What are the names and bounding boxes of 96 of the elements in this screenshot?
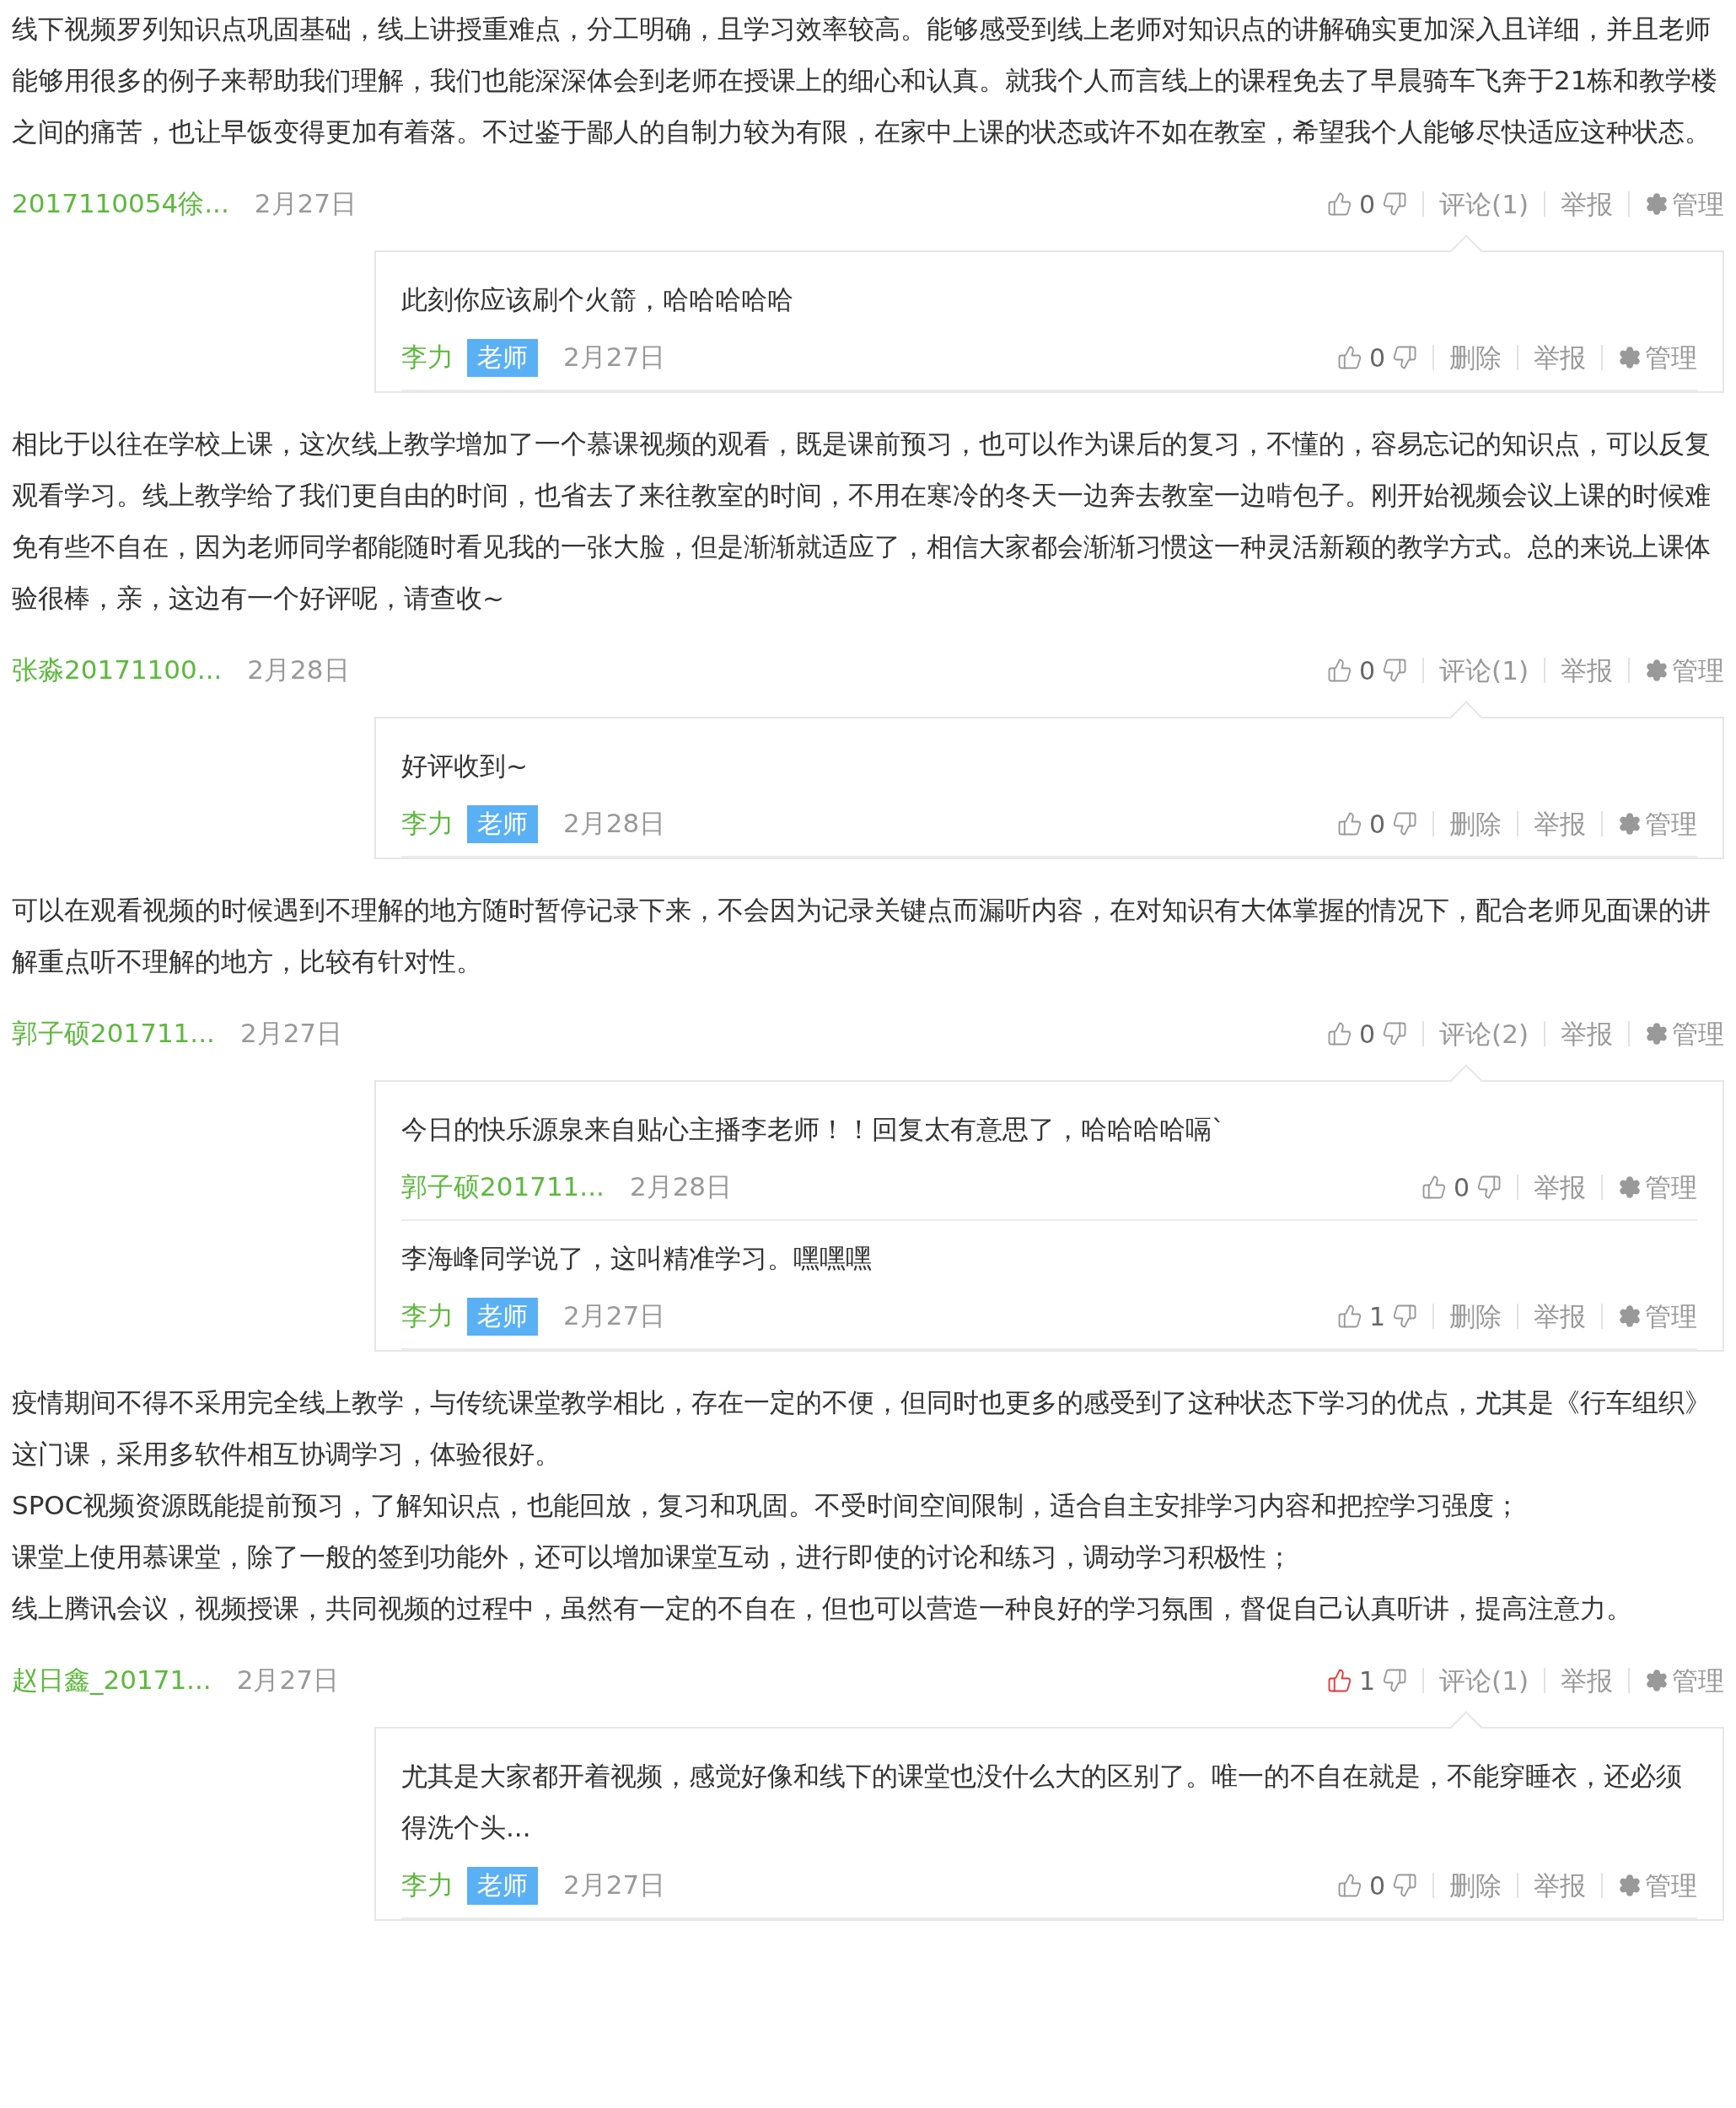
settings-icon: [1645, 192, 1669, 216]
settings-icon: [1618, 1304, 1642, 1328]
thumbs-down-icon[interactable]: [1392, 345, 1417, 370]
thumbs-down-icon[interactable]: [1382, 1668, 1408, 1693]
author-link[interactable]: 2017110054徐...: [12, 186, 229, 222]
settings-icon: [1618, 346, 1642, 369]
teacher-badge: 老师: [467, 1297, 538, 1336]
post-text: 疫情期间不得不采用完全线上教学，与传统课堂教学相比，存在一定的不便，但同时也更多的感受到了这种状态下学习的优点，尤其是《行车组织》这门课，采用多软件相互协调学习，体验很好。: [12, 1386, 1712, 1471]
author-link[interactable]: 张淼20171100...: [12, 653, 223, 688]
manage-link[interactable]: 管理: [1628, 1021, 1724, 1046]
action-link[interactable]: 删除: [1432, 345, 1517, 370]
thumbs-down-icon[interactable]: [1476, 1175, 1502, 1200]
like-count: 1: [1368, 1301, 1385, 1331]
like-count: 0: [1359, 655, 1376, 686]
reply-date: 2月27日: [563, 1299, 666, 1332]
thumbs-up-icon[interactable]: [1327, 658, 1352, 683]
settings-icon: [1645, 1022, 1669, 1046]
like-count: 0: [1368, 342, 1385, 373]
post-date: 2月27日: [254, 187, 357, 220]
thumbs-down-icon[interactable]: [1392, 1873, 1417, 1898]
thumbs-down-icon[interactable]: [1392, 811, 1417, 836]
like-count: 1: [1359, 1665, 1376, 1696]
thumbs-up-icon[interactable]: [1327, 191, 1352, 217]
action-link[interactable]: 评论(1): [1422, 191, 1544, 217]
reply-text: 李海峰同学说了，这叫精准学习。嘿嘿嘿: [401, 1242, 873, 1275]
manage-link[interactable]: 管理: [1601, 811, 1697, 836]
post-text: 相比于以往在学校上课，这次线上教学增加了一个慕课视频的观看，既是课前预习，也可以作为课后的复习，不懂的，容易忘记的知识点，可以反复观看学习。线上教学给了我们更自由的时间，也省去了来往教室的时间，不用在寒冷的冬天一边奔去教室一边啃包子。刚开始视频会议上课的时候难免有些不自在，因为老师同学都能随时看见我的一张大脸，但是渐渐就适应了，相信大家都会渐渐习惯这一种灵活新颖的教学方式。总的来说上课体验很棒，亲，这边有一个好评呢，请查收~: [12, 428, 1712, 615]
settings-icon: [1618, 1175, 1642, 1199]
manage-link[interactable]: 管理: [1628, 1668, 1724, 1693]
manage-link[interactable]: 管理: [1628, 191, 1724, 217]
action-link[interactable]: 举报: [1517, 345, 1601, 370]
like-count: 0: [1359, 1019, 1376, 1049]
settings-icon: [1618, 812, 1642, 836]
action-link[interactable]: 举报: [1517, 1175, 1601, 1200]
like-count: 0: [1368, 809, 1385, 839]
action-link[interactable]: 举报: [1544, 1021, 1628, 1046]
teacher-badge: 老师: [467, 338, 538, 377]
action-link[interactable]: 删除: [1432, 1873, 1517, 1898]
post-text: 课堂上使用慕课堂，除了一般的签到功能外，还可以增加课堂互动，进行即使的讨论和练习，调动学习积极性；: [12, 1541, 1293, 1573]
action-link[interactable]: 评论(1): [1422, 658, 1544, 683]
reply-date: 2月27日: [563, 1869, 666, 1901]
author-link[interactable]: 赵日鑫_20171...: [12, 1663, 212, 1698]
teacher-badge: 老师: [467, 804, 538, 843]
post-text: 可以在观看视频的时候遇到不理解的地方随时暂停记录下来，不会因为记录关键点而漏听内容，在对知识有大体掌握的情况下，配合老师见面课的讲解重点听不理解的地方，比较有针对性。: [12, 894, 1712, 978]
thumbs-up-icon[interactable]: [1336, 811, 1362, 836]
post-date: 2月27日: [236, 1664, 339, 1697]
thumbs-down-icon[interactable]: [1382, 1021, 1408, 1046]
action-link[interactable]: 举报: [1544, 658, 1628, 683]
author-link[interactable]: 李力: [401, 806, 454, 842]
thumbs-up-icon[interactable]: [1421, 1175, 1447, 1200]
reply-text: 此刻你应该刷个火箭，哈哈哈哈哈: [401, 283, 794, 316]
author-link[interactable]: 郭子硕201711...: [401, 1170, 605, 1205]
post-text: SPOC视频资源既能提前预习，了解知识点，也能回放，复习和巩固。不受时间空间限制，适合自主安排学习内容和把控学习强度；: [12, 1489, 1522, 1522]
author-link[interactable]: 李力: [401, 340, 454, 375]
action-link[interactable]: 评论(2): [1422, 1021, 1544, 1046]
post-text: 线下视频罗列知识点巩固基础，线上讲授重难点，分工明确，且学习效率较高。能够感受到线上老师对知识点的讲解确实更加深入且详细，并且老师能够用很多的例子来帮助我们理解，我们也能深深体会到老师在授课上的细心和认真。就我个人而言线上的课程免去了早晨骑车飞奔于21栋和教学楼之间的痛苦，也让早饭变得更加有着落。不过鉴于鄙人的自制力较为有限，在家中上课的状态或许不如在教室，希望我个人能够尽快适应这种状态。: [12, 13, 1719, 148]
author-link[interactable]: 李力: [401, 1868, 454, 1903]
reply-date: 2月28日: [563, 807, 666, 840]
thumbs-down-icon[interactable]: [1382, 191, 1408, 217]
like-count: 0: [1368, 1870, 1385, 1901]
action-link[interactable]: 举报: [1517, 811, 1601, 836]
teacher-badge: 老师: [467, 1866, 538, 1905]
reply-date: 2月28日: [629, 1170, 733, 1203]
manage-link[interactable]: 管理: [1601, 1304, 1697, 1329]
like-count: 0: [1359, 189, 1376, 219]
reply-text: 尤其是大家都开着视频，感觉好像和线下的课堂也没什么大的区别了。唯一的不自在就是，不能穿睡衣，还必须得洗个头...: [401, 1760, 1683, 1844]
thumbs-up-icon[interactable]: [1327, 1021, 1352, 1046]
manage-link[interactable]: 管理: [1628, 658, 1724, 683]
author-link[interactable]: 李力: [401, 1299, 454, 1334]
action-link[interactable]: 举报: [1517, 1304, 1601, 1329]
reply-date: 2月27日: [563, 341, 666, 374]
action-link[interactable]: 删除: [1432, 811, 1517, 836]
action-link[interactable]: 举报: [1544, 1668, 1628, 1693]
reply-text: 今日的快乐源泉来自贴心主播李老师！！回复太有意思了，哈哈哈哈嗝`: [401, 1113, 1226, 1146]
reply-text: 好评收到~: [401, 750, 529, 782]
thumbs-up-icon[interactable]: [1336, 345, 1362, 370]
thumbs-down-icon[interactable]: [1382, 658, 1408, 683]
action-link[interactable]: 举报: [1517, 1873, 1601, 1898]
thumbs-up-icon[interactable]: [1336, 1873, 1362, 1898]
manage-link[interactable]: 管理: [1601, 1175, 1697, 1200]
post-date: 2月28日: [247, 653, 350, 686]
like-count: 0: [1453, 1172, 1470, 1202]
action-link[interactable]: 举报: [1544, 191, 1628, 217]
author-link[interactable]: 郭子硕201711...: [12, 1016, 215, 1051]
thumbs-up-icon[interactable]: [1327, 1668, 1352, 1693]
thumbs-up-icon[interactable]: [1336, 1304, 1362, 1329]
settings-icon: [1645, 659, 1669, 682]
settings-icon: [1645, 1669, 1669, 1692]
thumbs-down-icon[interactable]: [1392, 1304, 1417, 1329]
post-text: 线上腾讯会议，视频授课，共同视频的过程中，虽然有一定的不自在，但也可以营造一种良好的学习氛围，督促自己认真听讲，提高注意力。: [12, 1592, 1633, 1625]
action-link[interactable]: 删除: [1432, 1304, 1517, 1329]
action-link[interactable]: 评论(1): [1422, 1668, 1544, 1693]
manage-link[interactable]: 管理: [1601, 1873, 1697, 1898]
manage-link[interactable]: 管理: [1601, 345, 1697, 370]
post-date: 2月27日: [239, 1017, 343, 1050]
settings-icon: [1618, 1874, 1642, 1897]
